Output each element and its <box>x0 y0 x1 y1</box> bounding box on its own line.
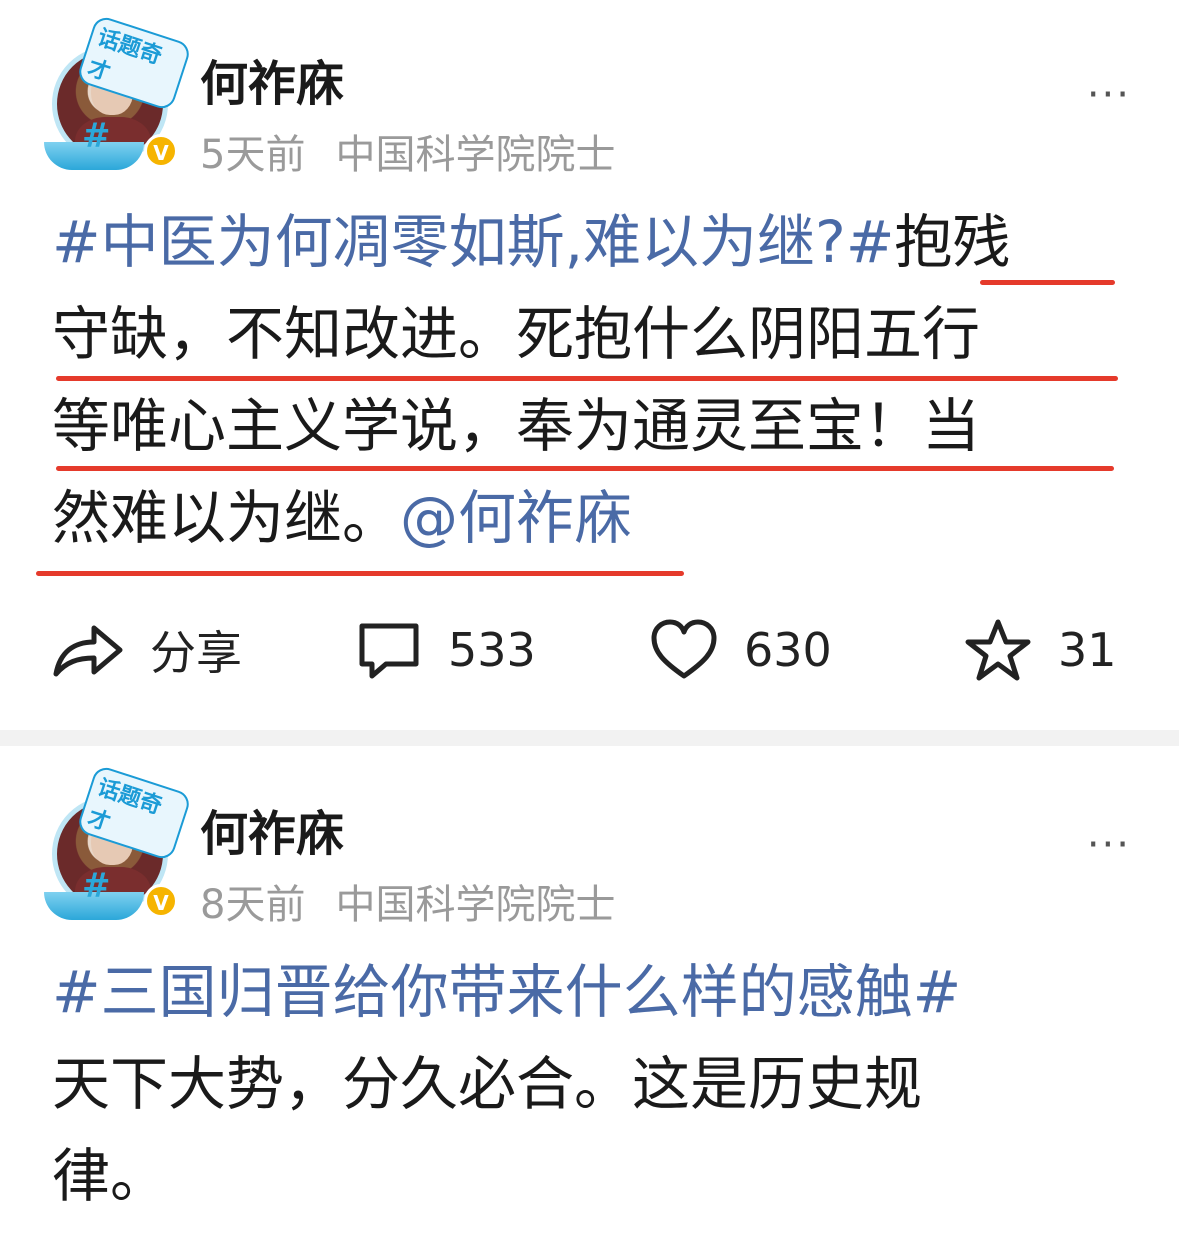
post-time: 5天前 <box>200 132 306 178</box>
like-count: 630 <box>744 623 832 677</box>
hash-icon: # <box>82 866 111 906</box>
text-line: 律。 <box>52 1142 169 1210</box>
comment-count: 533 <box>448 623 536 677</box>
topic-link[interactable]: #三国归晋给你带来什么样的感触# <box>52 958 961 1026</box>
share-label: 分享 <box>150 626 242 680</box>
topic-link[interactable]: #中医为何凋零如斯,难以为继?# <box>52 208 894 276</box>
text-line: #中医为何凋零如斯,难以为继?#抱残 <box>52 196 1132 288</box>
verified-icon: V <box>144 134 178 168</box>
post-card[interactable]: # 话题奇才 V 何祚庥 5天前 中国科学院院士 ··· #中医为何凋零如斯,难以… <box>0 0 1179 730</box>
text-line: 守缺，不知改进。死抱什么阴阳五行 <box>52 300 981 368</box>
text-segment: 抱残 <box>894 208 1011 276</box>
post-meta: 8天前 中国科学院院士 <box>200 872 615 930</box>
post-meta: 5天前 中国科学院院士 <box>200 122 615 180</box>
favorite-count: 31 <box>1058 623 1117 677</box>
avatar[interactable]: # 话题奇才 V <box>44 764 193 924</box>
more-options-button[interactable]: ··· <box>1087 72 1131 118</box>
share-button[interactable]: 分享 <box>52 610 242 690</box>
verified-title: 中国科学院院士 <box>335 132 616 178</box>
text-line: #三国归晋给你带来什么样的感触# <box>52 946 1132 1038</box>
favorite-button[interactable]: 31 <box>964 610 1117 690</box>
comment-icon <box>359 623 419 679</box>
mention-link[interactable]: @何祚庥 <box>400 484 632 552</box>
text-line: 天下大势，分久必合。这是历史规 <box>52 1050 923 1118</box>
red-underline <box>56 376 1118 381</box>
hash-icon: # <box>82 116 111 156</box>
text-line: 然难以为继。@何祚庥 <box>52 472 1132 564</box>
heart-icon <box>651 619 717 679</box>
red-underline <box>980 280 1115 285</box>
red-underline <box>56 466 1114 471</box>
share-icon <box>53 625 123 677</box>
text-segment: 然难以为继。 <box>52 484 401 552</box>
author-name[interactable]: 何祚庥 <box>200 794 344 864</box>
post-card[interactable]: # 话题奇才 V 何祚庥 8天前 中国科学院院士 ··· #三国归晋给你带来什么样… <box>0 746 1179 1239</box>
verified-title: 中国科学院院士 <box>335 882 616 928</box>
action-bar: 分享 533 630 31 <box>0 610 1179 690</box>
star-icon <box>965 619 1031 681</box>
post-divider <box>0 730 1179 746</box>
avatar[interactable]: # 话题奇才 V <box>44 14 193 174</box>
post-time: 8天前 <box>200 882 306 928</box>
like-button[interactable]: 630 <box>650 610 832 690</box>
text-line: 等唯心主义学说，奉为通灵至宝！当 <box>52 392 981 460</box>
author-name[interactable]: 何祚庥 <box>200 44 344 114</box>
verified-icon: V <box>144 884 178 918</box>
more-options-button[interactable]: ··· <box>1087 822 1131 868</box>
post-text: #三国归晋给你带来什么样的感触# 天下大势，分久必合。这是历史规 律。 <box>52 946 1132 1222</box>
red-underline <box>36 571 684 576</box>
comment-button[interactable]: 533 <box>356 610 536 690</box>
